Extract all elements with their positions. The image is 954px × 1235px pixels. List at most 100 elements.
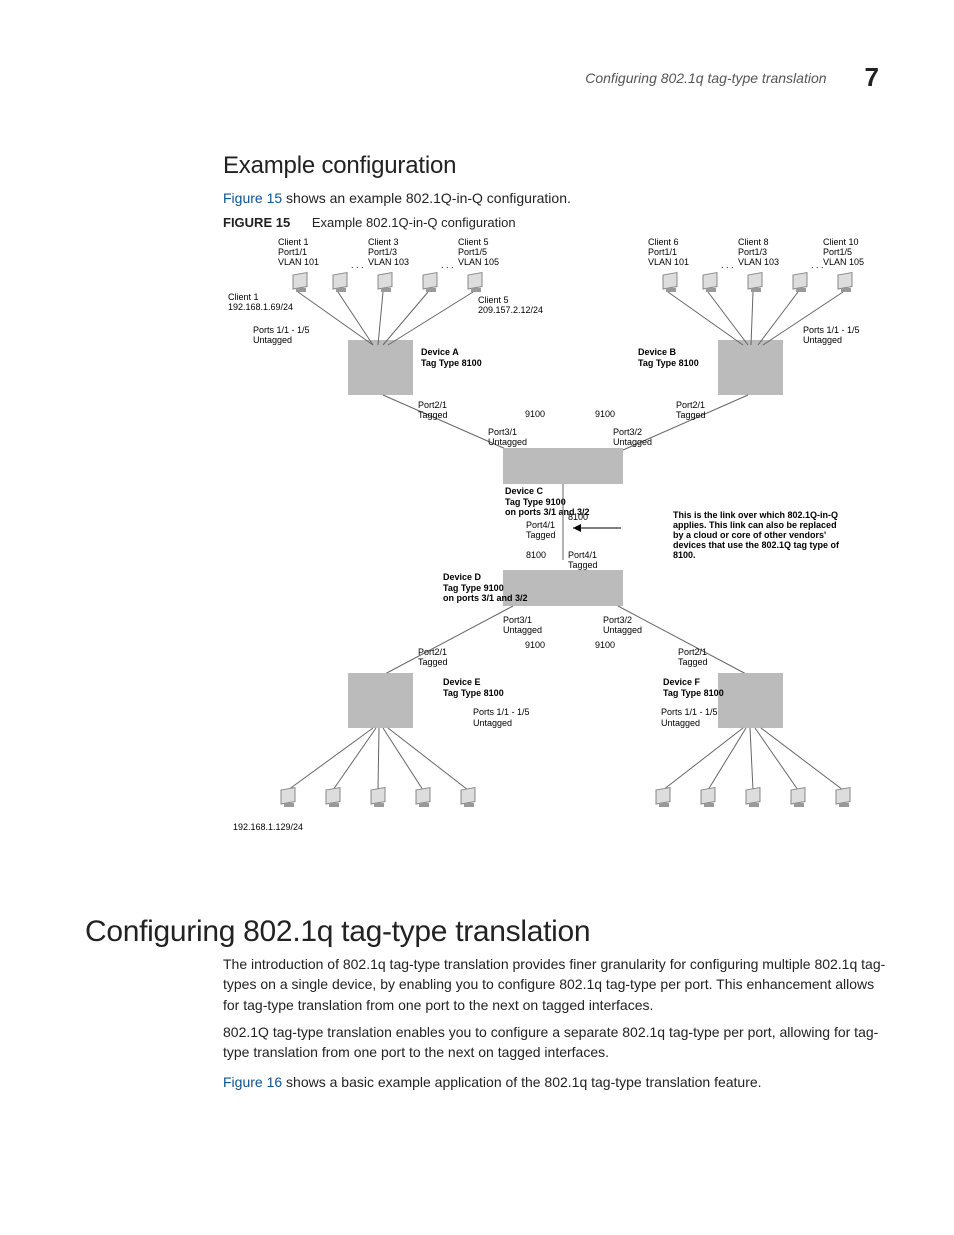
- svg-text:Ports 1/1 - 1/5: Ports 1/1 - 1/5: [661, 707, 718, 717]
- figure-label: FIGURE 15: [223, 215, 290, 230]
- device-a-box: [348, 340, 413, 395]
- svg-text:Port3/2: Port3/2: [613, 427, 642, 437]
- svg-text:Untagged: Untagged: [661, 718, 700, 728]
- ports-left-2: Untagged: [253, 335, 292, 345]
- document-page: Configuring 802.1q tag-type translation …: [0, 0, 954, 1235]
- client5-port: Port1/5: [458, 247, 487, 257]
- svg-text:8100: 8100: [568, 512, 588, 522]
- svg-text:Tag Type 8100: Tag Type 8100: [663, 688, 724, 698]
- svg-text:Tagged: Tagged: [526, 530, 556, 540]
- svg-text:by a cloud or core of other ve: by a cloud or core of other vendors': [673, 530, 826, 540]
- client10-port: Port1/5: [823, 247, 852, 257]
- arrow-left-icon: [573, 524, 581, 532]
- svg-text:Port2/1: Port2/1: [418, 400, 447, 410]
- svg-text:applies. This link can also be: applies. This link can also be replaced: [673, 520, 837, 530]
- svg-text:Ports 1/1 - 1/5: Ports 1/1 - 1/5: [473, 707, 530, 717]
- client1-name: Client 1: [278, 237, 309, 247]
- svg-text:Port2/1: Port2/1: [678, 647, 707, 657]
- svg-text:Device D: Device D: [443, 572, 482, 582]
- client1-vlan: VLAN 101: [278, 257, 319, 267]
- svg-text:Untagged: Untagged: [613, 437, 652, 447]
- svg-text:9100: 9100: [525, 640, 545, 650]
- svg-text:Untagged: Untagged: [473, 718, 512, 728]
- figure-15-diagram: Client 1 Port1/1 VLAN 101 Client 3 Port1…: [223, 230, 891, 870]
- device-a-tag: Tag Type 8100: [421, 358, 482, 368]
- device-c-box: [503, 448, 623, 484]
- svg-text:Device F: Device F: [663, 677, 701, 687]
- svg-text:Tag Type 9100: Tag Type 9100: [505, 497, 566, 507]
- svg-text:Tagged: Tagged: [678, 657, 708, 667]
- svg-text:devices that use the 802.1Q ta: devices that use the 802.1Q tag type of: [673, 540, 840, 550]
- chapter-number: 7: [865, 62, 879, 93]
- figure-15-link[interactable]: Figure 15: [223, 190, 282, 206]
- svg-text:on ports 3/1 and 3/2: on ports 3/1 and 3/2: [443, 593, 528, 603]
- svg-text:Untagged: Untagged: [603, 625, 642, 635]
- svg-text:Port2/1: Port2/1: [418, 647, 447, 657]
- client10-vlan: VLAN 105: [823, 257, 864, 267]
- svg-text:Tagged: Tagged: [676, 410, 706, 420]
- figure-15-caption: FIGURE 15 Example 802.1Q-in-Q configurat…: [223, 215, 891, 230]
- svg-text:. . .: . . .: [811, 260, 824, 270]
- client8-vlan: VLAN 103: [738, 257, 779, 267]
- bottom-ip: 192.168.1.129/24: [233, 822, 303, 832]
- svg-text:Tagged: Tagged: [418, 657, 448, 667]
- svg-text:Port3/1: Port3/1: [503, 615, 532, 625]
- svg-text:This is the link over which 80: This is the link over which 802.1Q-in-Q: [673, 510, 838, 520]
- main-paragraph-1: The introduction of 802.1q tag-type tran…: [223, 954, 891, 1015]
- running-header: Configuring 802.1q tag-type translation …: [585, 62, 879, 93]
- svg-text:8100: 8100: [526, 550, 546, 560]
- svg-text:Tag Type 8100: Tag Type 8100: [443, 688, 504, 698]
- figure-title: Example 802.1Q-in-Q configuration: [312, 215, 516, 230]
- client3-name: Client 3: [368, 237, 399, 247]
- client6-port: Port1/1: [648, 247, 677, 257]
- svg-text:. . .: . . .: [351, 260, 364, 270]
- intro-paragraph: Figure 15 shows an example 802.1Q-in-Q c…: [223, 189, 891, 209]
- svg-text:9100: 9100: [525, 409, 545, 419]
- main-paragraph-3-rest: shows a basic example application of the…: [282, 1074, 761, 1090]
- ports-right-2: Untagged: [803, 335, 842, 345]
- svg-text:9100: 9100: [595, 409, 615, 419]
- ports-right-1: Ports 1/1 - 1/5: [803, 325, 860, 335]
- svg-text:Port2/1: Port2/1: [676, 400, 705, 410]
- svg-text:Untagged: Untagged: [503, 625, 542, 635]
- running-header-title: Configuring 802.1q tag-type translation: [585, 70, 826, 86]
- client3-vlan: VLAN 103: [368, 257, 409, 267]
- client1-ip: 192.168.1.69/24: [228, 302, 293, 312]
- svg-text:Device C: Device C: [505, 486, 544, 496]
- intro-text: shows an example 802.1Q-in-Q configurati…: [282, 190, 571, 206]
- client-icon-bottom: [281, 788, 850, 807]
- client8-port: Port1/3: [738, 247, 767, 257]
- device-b-tag: Tag Type 8100: [638, 358, 699, 368]
- svg-text:Device E: Device E: [443, 677, 481, 687]
- svg-text:Tagged: Tagged: [418, 410, 448, 420]
- section-heading-example-configuration: Example configuration: [223, 152, 456, 180]
- device-e-box: [348, 673, 413, 728]
- client5-vlan: VLAN 105: [458, 257, 499, 267]
- svg-text:. . .: . . .: [441, 260, 454, 270]
- svg-text:8100.: 8100.: [673, 550, 696, 560]
- client6-vlan: VLAN 101: [648, 257, 689, 267]
- main-paragraph-3: Figure 16 shows a basic example applicat…: [223, 1072, 891, 1092]
- client1-ip-label: Client 1: [228, 292, 259, 302]
- svg-text:Tag Type 9100: Tag Type 9100: [443, 583, 504, 593]
- client5-name: Client 5: [458, 237, 489, 247]
- figure-16-link[interactable]: Figure 16: [223, 1074, 282, 1090]
- client10-name: Client 10: [823, 237, 859, 247]
- client8-name: Client 8: [738, 237, 769, 247]
- device-b-label: Device B: [638, 347, 677, 357]
- client1-port: Port1/1: [278, 247, 307, 257]
- heading-configuring-8021q-tag-type-translation: Configuring 802.1q tag-type translation: [85, 915, 590, 949]
- svg-text:Port4/1: Port4/1: [568, 550, 597, 560]
- client3-port: Port1/3: [368, 247, 397, 257]
- main-paragraph-2: 802.1Q tag-type translation enables you …: [223, 1022, 891, 1063]
- device-b-box: [718, 340, 783, 395]
- svg-text:Tagged: Tagged: [568, 560, 598, 570]
- client-icon: [293, 273, 852, 292]
- svg-text:Port3/2: Port3/2: [603, 615, 632, 625]
- svg-text:Port4/1: Port4/1: [526, 520, 555, 530]
- device-a-label: Device A: [421, 347, 459, 357]
- client6-name: Client 6: [648, 237, 679, 247]
- svg-text:. . .: . . .: [721, 260, 734, 270]
- svg-text:Untagged: Untagged: [488, 437, 527, 447]
- device-f-box: [718, 673, 783, 728]
